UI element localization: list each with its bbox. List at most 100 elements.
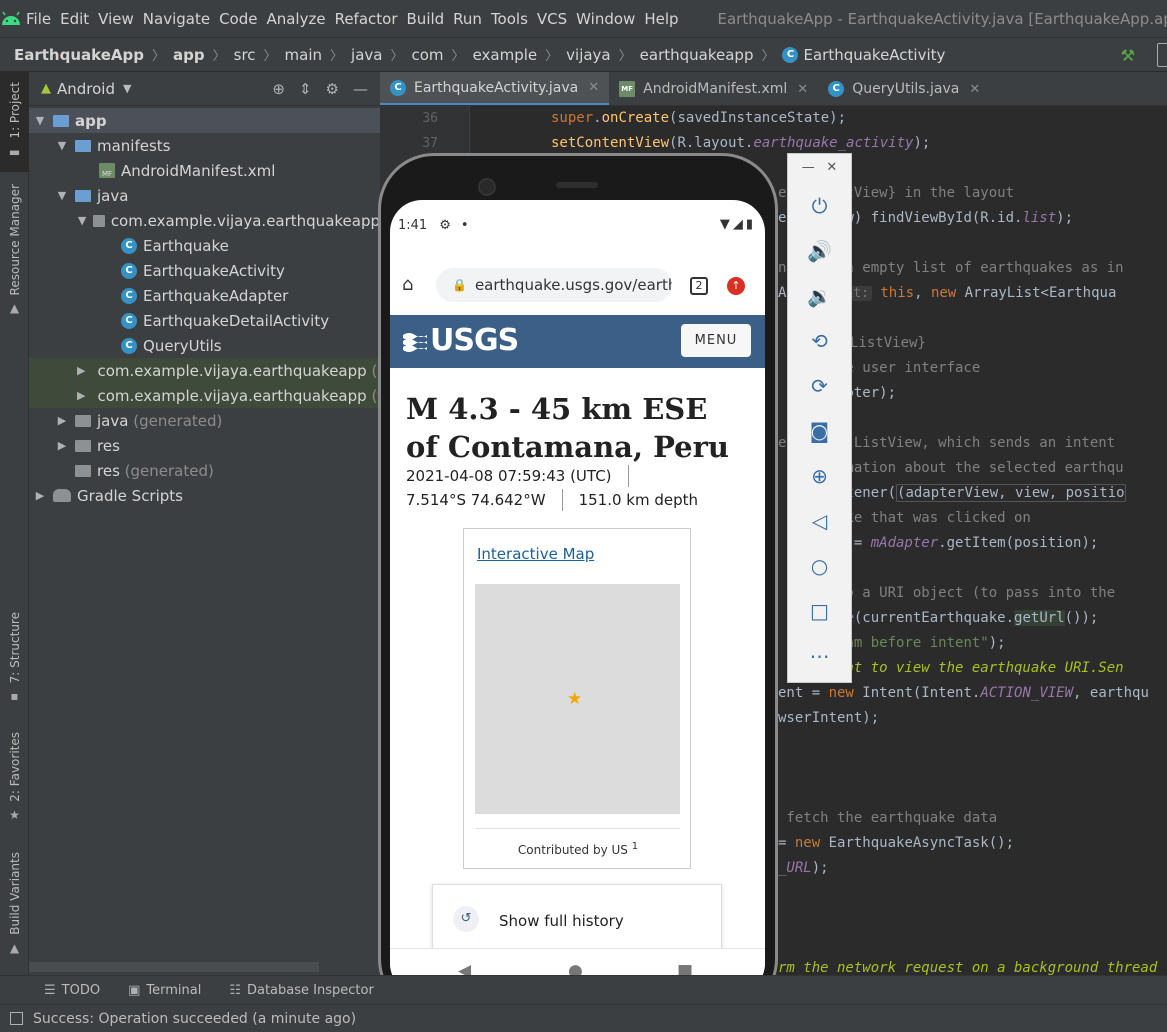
locate-icon[interactable]: ⊕ [272,80,285,98]
expanded-arrow-icon[interactable]: ▼ [55,139,69,152]
volume-up-icon[interactable]: 🔊 [788,239,851,263]
menu-tools[interactable]: Tools [487,10,533,28]
menu-help[interactable]: Help [640,10,683,28]
volume-down-icon[interactable]: 🔉 [788,284,851,308]
menu-vcs[interactable]: VCS [533,10,572,28]
tab-resource-manager[interactable]: Resource Manager ▲ [0,184,29,334]
crumb-example[interactable]: example [473,46,538,64]
url-field[interactable]: 🔒 earthquake.usgs.gov/earthc [436,268,672,302]
menu-run[interactable]: Run [449,10,487,28]
tree-item[interactable]: C EarthquakeActivity [29,258,380,283]
camera-icon[interactable]: ◙ [788,419,851,443]
crumb-src[interactable]: src [234,46,256,64]
run-config-box[interactable] [1157,43,1167,67]
power-icon[interactable]: ⏻ [788,194,851,218]
tree-item[interactable]: ▶com.example.vijaya.earthquakeapp (ar [29,358,380,383]
expanded-arrow-icon[interactable]: ▼ [77,214,87,227]
menu-code[interactable]: Code [215,10,262,28]
tab-android-manifest[interactable]: MF AndroidManifest.xml ✕ [609,72,818,105]
menu-navigate[interactable]: Navigate [139,10,215,28]
tree-item[interactable]: ▼ app [29,108,380,133]
crumb-project[interactable]: EarthquakeApp [14,46,144,64]
tab-todo[interactable]: ☰ TODO [42,983,102,998]
home-icon[interactable]: ⌂ [402,274,413,295]
tree-item[interactable]: ▼ manifests [29,133,380,158]
collapsed-arrow-icon[interactable]: ▶ [77,364,85,377]
interactive-map-link[interactable]: Interactive Map [477,545,594,563]
tab-project[interactable]: 1: Project ▬ [0,72,29,172]
tree-item[interactable]: C EarthquakeAdapter [29,283,380,308]
menu-file[interactable]: File [22,10,56,28]
usgs-header: USGS MENU [390,315,765,368]
project-view-selector[interactable]: Android [57,80,115,98]
tab-earthquake-activity[interactable]: C EarthquakeActivity.java ✕ [380,72,610,105]
menu-edit[interactable]: Edit [56,10,94,28]
show-full-history-button[interactable]: ↺ Show full history [432,884,722,954]
collapsed-arrow-icon[interactable]: ▶ [55,414,69,427]
tree-item[interactable]: C QueryUtils [29,333,380,358]
gradle-icon [53,489,71,502]
tree-item[interactable]: ▶ res [29,433,380,458]
tab-terminal[interactable]: ▣ Terminal [126,983,203,998]
collapse-all-icon[interactable]: ⇕ [299,80,312,98]
home-icon[interactable]: ○ [788,554,851,578]
collapsed-arrow-icon[interactable]: ▶ [55,439,69,452]
rotate-left-icon[interactable]: ⟲ [788,329,851,353]
crumb-java[interactable]: java [351,46,382,64]
minimize-icon[interactable]: — [353,80,368,98]
horizontal-scrollbar[interactable] [29,962,319,972]
close-icon[interactable]: ✕ [797,82,808,97]
menu-button[interactable]: MENU [681,324,751,357]
tree-item[interactable]: ▶ java (generated) [29,408,380,433]
tab-query-utils[interactable]: C QueryUtils.java ✕ [818,72,990,105]
menu-refactor[interactable]: Refactor [331,10,403,28]
crumb-class[interactable]: EarthquakeActivity [803,46,945,64]
tree-item[interactable]: MF AndroidManifest.xml [29,158,380,183]
close-icon[interactable]: ✕ [969,82,980,97]
gear-icon[interactable]: ⚙ [326,80,339,98]
folder-icon: ▬ [8,144,21,159]
tree-item[interactable]: ▼ java [29,183,380,208]
tab-build-variants[interactable]: Build Variants ▲ [0,852,29,962]
menu-view[interactable]: View [94,10,139,28]
close-icon[interactable]: ✕ [588,80,599,95]
crumb-earthquakeapp[interactable]: earthquakeapp [640,46,754,64]
overview-icon[interactable]: □ [788,599,851,623]
tree-item[interactable]: C EarthquakeDetailActivity [29,308,380,333]
tab-switcher-button[interactable]: 2 [690,277,708,295]
chevron-down-icon[interactable]: ▼ [123,82,131,95]
expanded-arrow-icon[interactable]: ▼ [55,189,69,202]
tab-structure[interactable]: 7: Structure ▪ [0,612,29,712]
menu-window[interactable]: Window [572,10,640,28]
collapsed-arrow-icon[interactable]: ▶ [33,489,47,502]
rotate-right-icon[interactable]: ⟳ [788,374,851,398]
tab-database-inspector[interactable]: ☷ Database Inspector [227,983,375,998]
crumb-main[interactable]: main [285,46,322,64]
panel-toggle-icon[interactable] [10,1012,23,1025]
dot-icon: • [460,217,469,233]
menu-analyze[interactable]: Analyze [262,10,330,28]
map-image[interactable]: ★ [475,584,680,814]
expanded-arrow-icon[interactable]: ▼ [33,114,47,127]
tree-item[interactable]: C Earthquake [29,233,380,258]
update-icon[interactable]: ↑ [727,277,745,295]
map-card: Interactive Map ★ Contributed by US 1 [463,528,691,869]
collapsed-arrow-icon[interactable]: ▶ [77,389,85,402]
tree-item[interactable]: ▶com.example.vijaya.earthquakeapp (te [29,383,380,408]
more-icon[interactable]: ⋯ [788,644,851,668]
zoom-icon[interactable]: ⊕ [788,464,851,488]
crumb-vijaya[interactable]: vijaya [566,46,610,64]
minimize-icon[interactable]: — [802,160,815,175]
tree-item[interactable]: ▶ Gradle Scripts [29,483,380,508]
crumb-com[interactable]: com [412,46,444,64]
back-icon[interactable]: ◁ [788,509,851,533]
menu-build[interactable]: Build [403,10,450,28]
close-icon[interactable]: ✕ [826,160,837,175]
tab-favorites[interactable]: 2: Favorites ★ [0,732,29,832]
tree-item[interactable]: res (generated) [29,458,380,483]
tree-item[interactable]: ▼ com.example.vijaya.earthquakeapp [29,208,380,233]
usgs-logo[interactable]: USGS [403,323,519,358]
tab-label: EarthquakeActivity.java [414,79,579,96]
crumb-module[interactable]: app [173,46,205,64]
hammer-icon[interactable]: ⚒ [1121,46,1135,65]
